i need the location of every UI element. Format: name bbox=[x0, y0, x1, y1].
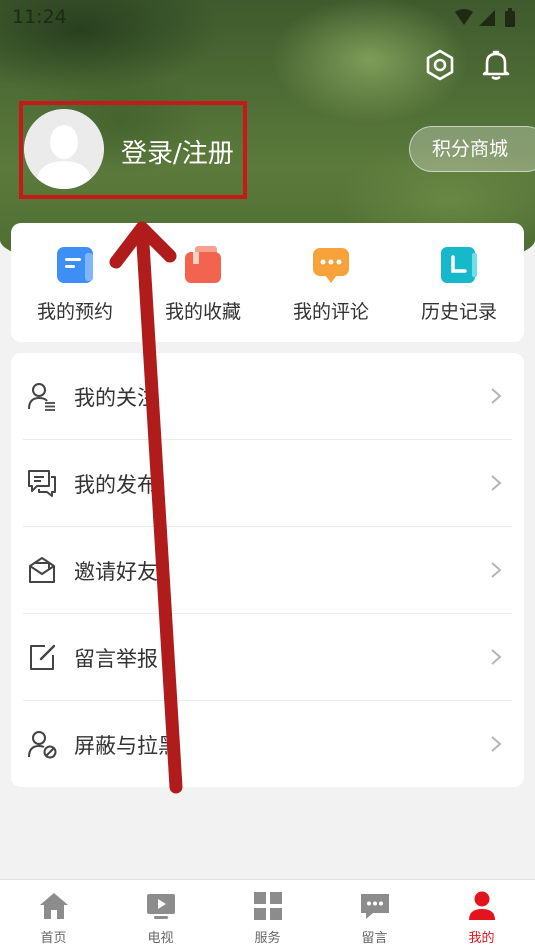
signal-icon bbox=[479, 10, 495, 26]
services-icon bbox=[254, 892, 282, 920]
chevron-right-icon bbox=[491, 475, 502, 491]
bookmark-icon bbox=[185, 246, 221, 283]
menu-item-label: 我的发布 bbox=[74, 473, 158, 497]
quick-actions-card: 我的预约 我的收藏 我的评论 历史记录 bbox=[11, 223, 524, 342]
tab-label: 我的 bbox=[468, 931, 495, 946]
chevron-right-icon bbox=[491, 562, 502, 578]
bell-icon[interactable] bbox=[479, 48, 513, 82]
tab-label: 首页 bbox=[40, 931, 67, 946]
quick-item-favorites[interactable]: 我的收藏 bbox=[139, 223, 267, 342]
menu-item-invite[interactable]: 邀请好友 bbox=[11, 527, 524, 614]
battery-icon bbox=[505, 11, 515, 27]
menu-item-label: 留言举报 bbox=[74, 647, 158, 671]
menu-item-block[interactable]: 屏蔽与拉黑 bbox=[11, 701, 524, 788]
quick-item-history[interactable]: 历史记录 bbox=[395, 223, 523, 342]
quick-item-label: 我的收藏 bbox=[164, 301, 241, 323]
home-icon bbox=[40, 893, 68, 919]
menu-item-posts[interactable]: 我的发布 bbox=[11, 440, 524, 527]
report-icon bbox=[30, 644, 56, 670]
chevron-right-icon bbox=[491, 649, 502, 665]
points-mall-button[interactable]: 积分商城 bbox=[409, 126, 535, 172]
menu-item-label: 我的关注 bbox=[74, 386, 158, 410]
tab-messages[interactable]: 留言 bbox=[321, 880, 428, 951]
highlight-box bbox=[19, 101, 247, 199]
tab-label: 电视 bbox=[147, 931, 174, 946]
publish-icon bbox=[28, 470, 56, 497]
calendar-icon bbox=[57, 247, 93, 283]
menu-card: 我的关注 我的发布 邀请好友 留言举报 屏蔽与拉黑 bbox=[11, 353, 524, 787]
quick-item-appointments[interactable]: 我的预约 bbox=[11, 223, 139, 342]
menu-item-label: 邀请好友 bbox=[74, 560, 158, 584]
chevron-right-icon bbox=[491, 388, 502, 404]
wifi-icon bbox=[455, 9, 473, 25]
block-icon bbox=[28, 731, 57, 759]
quick-item-label: 历史记录 bbox=[420, 301, 497, 323]
chevron-right-icon bbox=[491, 736, 502, 752]
tab-tv[interactable]: 电视 bbox=[107, 880, 214, 951]
settings-icon[interactable] bbox=[423, 48, 457, 82]
tab-label: 服务 bbox=[254, 931, 281, 946]
status-time: 11:24 bbox=[12, 6, 67, 28]
follow-icon bbox=[28, 383, 55, 411]
bottom-tab-bar: 首页 电视 服务 留言 我的 bbox=[0, 879, 535, 951]
invite-icon bbox=[29, 557, 55, 583]
quick-item-label: 我的预约 bbox=[36, 301, 113, 323]
tab-label: 留言 bbox=[361, 931, 388, 946]
comment-icon bbox=[313, 248, 349, 283]
tab-services[interactable]: 服务 bbox=[214, 880, 321, 951]
message-icon bbox=[361, 894, 389, 919]
history-icon bbox=[441, 247, 477, 283]
tv-icon bbox=[147, 894, 175, 919]
quick-item-label: 我的评论 bbox=[292, 301, 369, 323]
menu-item-following[interactable]: 我的关注 bbox=[11, 353, 524, 440]
tab-home[interactable]: 首页 bbox=[0, 880, 107, 951]
menu-item-report[interactable]: 留言举报 bbox=[11, 614, 524, 701]
profile-icon bbox=[469, 891, 495, 920]
status-bar: 11:24 bbox=[12, 6, 523, 30]
menu-item-label: 屏蔽与拉黑 bbox=[74, 734, 179, 758]
quick-item-comments[interactable]: 我的评论 bbox=[267, 223, 395, 342]
tab-profile[interactable]: 我的 bbox=[428, 880, 535, 951]
status-icons bbox=[455, 8, 515, 27]
